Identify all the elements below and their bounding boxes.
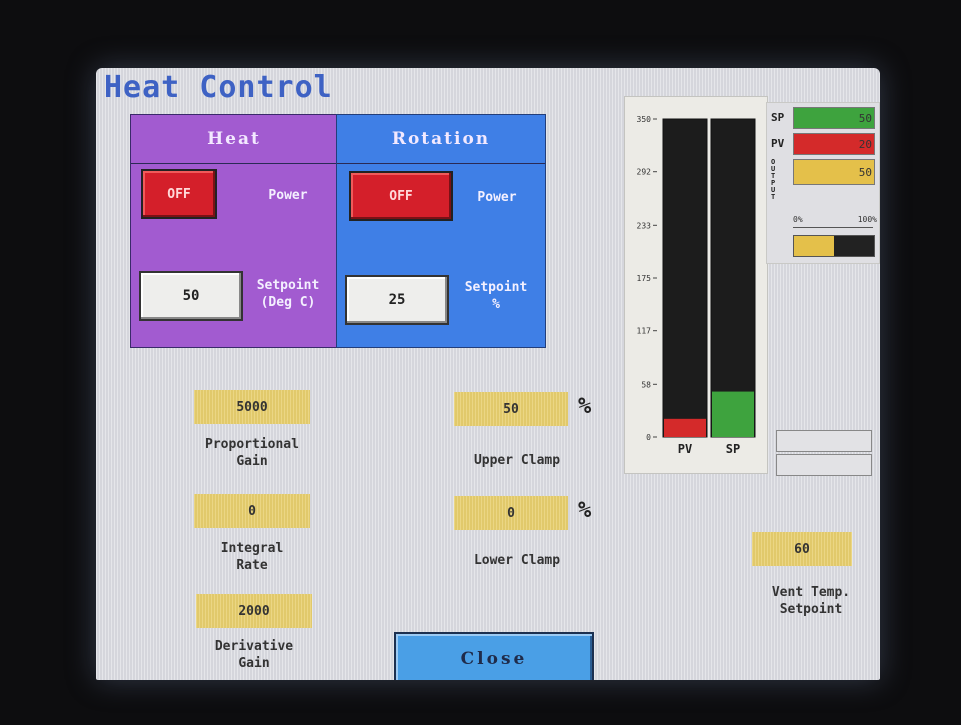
x-category-label: PV (678, 442, 692, 456)
rotation-setpoint-label-line1: Setpoint (464, 280, 528, 295)
output-scale: 0% 100% (793, 215, 877, 224)
rotation-power-button[interactable]: OFF (349, 171, 453, 221)
heat-power-button[interactable]: OFF (141, 169, 217, 219)
rotation-panel: Rotation OFF Power 25 Setpoint % (336, 114, 546, 348)
bar-pv (664, 418, 706, 437)
lower-clamp-percent: % (578, 498, 592, 523)
heat-setpoint-label-line1: Setpoint (256, 278, 320, 293)
pv-sp-bar-chart-svg: 0 58 117 175 233 292 350 PV SP (637, 115, 756, 456)
rotation-setpoint-input[interactable]: 25 (345, 275, 449, 325)
output-legend-row: OUTPUT 50 (769, 159, 875, 211)
pv-legend-value: 20 (793, 133, 875, 155)
rotation-power-label: Power (477, 190, 517, 205)
vent-temp-label-line1: Vent Temp. (771, 585, 851, 600)
rotation-setpoint-label: Setpoint % (451, 279, 541, 313)
heat-setpoint-input[interactable]: 50 (139, 271, 243, 321)
vent-temp-setpoint-label: Vent Temp. Setpoint (736, 584, 880, 618)
output-legend-value: 50 (793, 159, 875, 185)
integral-rate-label-line1: Integral (220, 541, 284, 556)
bar-background (710, 118, 756, 438)
proportional-gain-input[interactable]: 5000 (194, 390, 310, 424)
heat-panel: Heat OFF Power 50 Setpoint (Deg C) (130, 114, 338, 348)
y-tick-label: 233 (637, 221, 652, 230)
lower-clamp-label: Lower Clamp (473, 553, 561, 568)
pv-legend-label: PV (771, 137, 785, 150)
trend-legend: SP 50 PV 20 OUTPUT 50 0% 100% (766, 102, 880, 264)
pv-sp-bar-chart: 0 58 117 175 233 292 350 PV SP (624, 96, 768, 474)
proportional-gain-label: Proportional Gain (172, 436, 332, 470)
sp-legend-value: 50 (793, 107, 875, 129)
heat-setpoint-label-line2: (Deg C) (260, 295, 316, 310)
y-tick-label: 292 (637, 168, 652, 177)
close-button[interactable]: Close (394, 632, 594, 680)
derivative-gain-label: Derivative Gain (174, 638, 334, 672)
y-tick-label: 0 (646, 433, 651, 442)
upper-clamp-label: Upper Clamp (473, 453, 561, 468)
output-gauge (793, 235, 875, 257)
rotation-setpoint-label-line2: % (492, 297, 500, 312)
hmi-screen: Heat Control Heat OFF Power 50 Setpoint … (96, 68, 880, 680)
sp-legend-row: SP 50 (769, 107, 875, 129)
output-legend-label: OUTPUT (771, 158, 776, 201)
y-tick-label: 350 (637, 115, 652, 124)
bar-sp (712, 391, 754, 437)
vent-temp-label-line2: Setpoint (779, 602, 843, 617)
upper-clamp-input[interactable]: 50 (454, 392, 568, 426)
derivative-gain-input[interactable]: 2000 (196, 594, 312, 628)
proportional-gain-label-line2: Gain (236, 454, 268, 469)
status-box-2 (776, 454, 872, 476)
upper-clamp-percent: % (578, 394, 592, 419)
x-category-label: SP (726, 442, 740, 456)
y-tick-label: 175 (637, 274, 652, 283)
integral-rate-label-line2: Rate (236, 558, 268, 573)
output-scale-max: 100% (857, 215, 877, 224)
integral-rate-label: Integral Rate (172, 540, 332, 574)
lower-clamp-input[interactable]: 0 (454, 496, 568, 530)
output-scale-min: 0% (793, 215, 803, 224)
y-tick-label: 58 (641, 380, 651, 389)
derivative-gain-label-line1: Derivative (214, 639, 294, 654)
derivative-gain-label-line2: Gain (238, 656, 270, 671)
bar-background (662, 118, 708, 438)
y-tick-label: 117 (637, 327, 652, 336)
status-box-1 (776, 430, 872, 452)
pv-legend-row: PV 20 (769, 133, 875, 155)
heat-setpoint-label: Setpoint (Deg C) (243, 277, 333, 311)
vent-temp-setpoint-input[interactable]: 60 (752, 532, 852, 566)
proportional-gain-label-line1: Proportional (205, 437, 299, 452)
heat-power-label: Power (268, 188, 308, 203)
page-title: Heat Control (104, 70, 333, 105)
sp-legend-label: SP (771, 111, 785, 124)
heat-panel-title: Heat (131, 115, 337, 164)
integral-rate-input[interactable]: 0 (194, 494, 310, 528)
output-gauge-fill (794, 236, 834, 256)
rotation-panel-title: Rotation (337, 115, 545, 164)
output-scale-axis (793, 227, 873, 230)
